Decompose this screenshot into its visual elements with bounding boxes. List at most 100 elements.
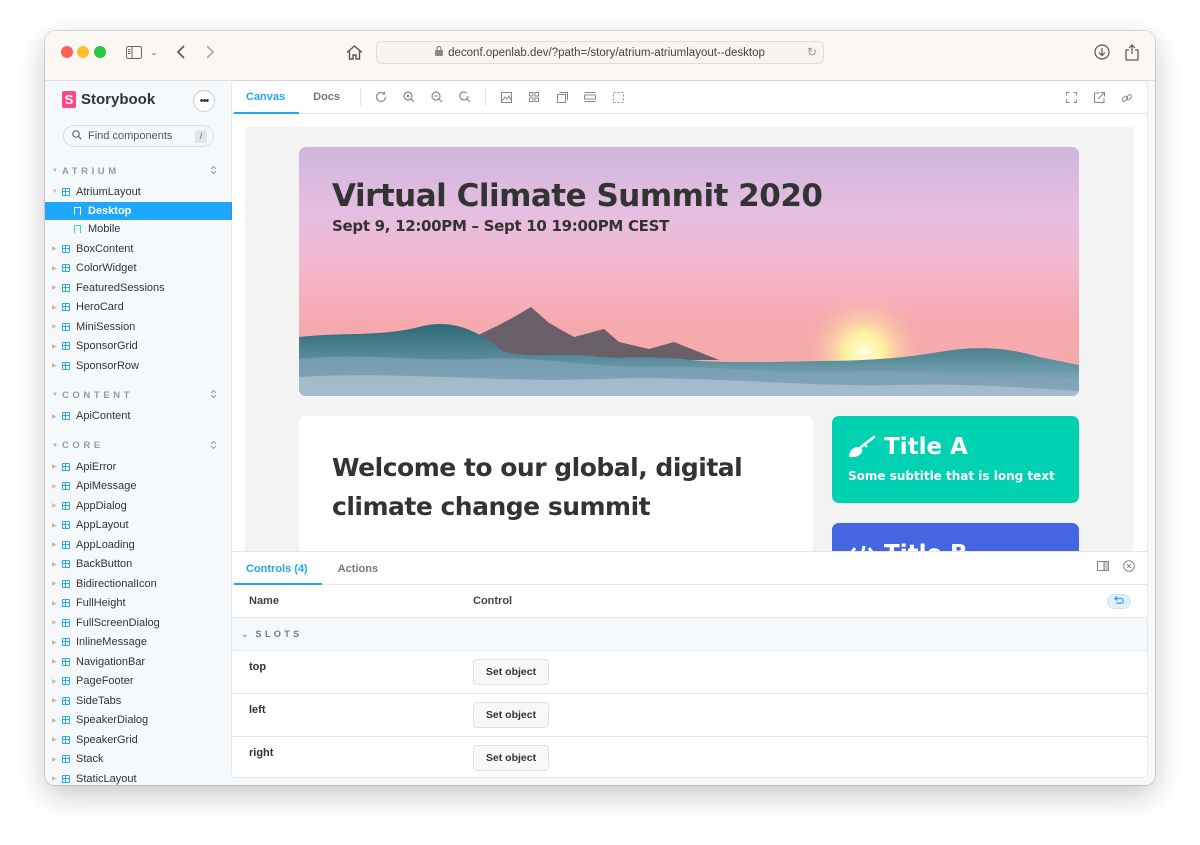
- column-control-header: Control: [473, 595, 513, 607]
- sidebar-item-sponsorgrid[interactable]: ▶ SponsorGrid: [45, 337, 232, 355]
- set-object-button[interactable]: Set object: [473, 702, 549, 728]
- sidebar-group-atrium[interactable]: ▼ ATRIUM: [52, 163, 217, 179]
- caret-right-icon: ▶: [52, 620, 57, 626]
- copy-link-icon[interactable]: [1113, 81, 1141, 114]
- sidebar-item-colorwidget[interactable]: ▶ ColorWidget: [45, 259, 232, 277]
- viewport-icon[interactable]: [548, 81, 576, 114]
- sidebar-item-label: InlineMessage: [76, 636, 147, 648]
- sidebar-item-staticlayout[interactable]: ▶ StaticLayout: [45, 770, 232, 786]
- sidebar-item-stack[interactable]: ▶ Stack: [45, 750, 232, 768]
- sidebar-item-label: ApiMessage: [76, 480, 137, 492]
- sidebar-item-minisession[interactable]: ▶ MiniSession: [45, 318, 232, 336]
- storybook-brand[interactable]: S Storybook: [62, 91, 155, 108]
- zoom-in-icon[interactable]: [395, 81, 423, 114]
- close-panel-icon[interactable]: [1123, 560, 1135, 575]
- component-icon: [62, 716, 70, 724]
- minimize-window-button[interactable]: [77, 46, 89, 58]
- close-window-button[interactable]: [61, 46, 73, 58]
- sidebar-item-featuredsessions[interactable]: ▶ FeaturedSessions: [45, 279, 232, 297]
- component-icon: [62, 774, 70, 783]
- control-row: left Set object: [232, 694, 1147, 737]
- open-new-tab-icon[interactable]: [1085, 81, 1113, 114]
- sidebar-item-inlinemessage[interactable]: ▶ InlineMessage: [45, 633, 232, 651]
- sidebar-item-label: AtriumLayout: [76, 186, 141, 198]
- sidebar-story-desktop[interactable]: Desktop: [45, 201, 232, 220]
- toolbar-divider: [360, 88, 362, 106]
- home-icon[interactable]: [345, 41, 363, 63]
- sidebar-item-appdialog[interactable]: ▶ AppDialog: [45, 497, 232, 515]
- measure-icon[interactable]: [576, 81, 604, 114]
- sidebar-item-herocard[interactable]: ▶ HeroCard: [45, 298, 232, 316]
- sidebar-item-fullscreendialog[interactable]: ▶ FullScreenDialog: [45, 614, 232, 632]
- feature-card-b[interactable]: Title B: [832, 523, 1079, 551]
- download-icon[interactable]: [1093, 41, 1111, 63]
- sidebar-item-pagefooter[interactable]: ▶ PageFooter: [45, 672, 232, 690]
- zoom-out-icon[interactable]: [423, 81, 451, 114]
- column-name-header: Name: [249, 595, 279, 607]
- sidebar-item-apploading[interactable]: ▶ AppLoading: [45, 536, 232, 554]
- expand-collapse-icon[interactable]: [210, 389, 217, 401]
- sidebar-item-applayout[interactable]: ▶ AppLayout: [45, 516, 232, 534]
- sidebar-item-navigationbar[interactable]: ▶ NavigationBar: [45, 653, 232, 671]
- sidebar-item-atriumlayout[interactable]: ▼ AtriumLayout: [45, 183, 232, 201]
- reset-controls-button[interactable]: [1107, 594, 1131, 609]
- panel-orientation-icon[interactable]: [1097, 560, 1109, 575]
- caret-right-icon: ▶: [52, 698, 57, 704]
- share-icon[interactable]: [1123, 41, 1141, 63]
- sidebar-item-boxcontent[interactable]: ▶ BoxContent: [45, 240, 232, 258]
- undo-icon: [1113, 596, 1124, 607]
- set-object-button[interactable]: Set object: [473, 745, 549, 771]
- fullscreen-icon[interactable]: [1057, 81, 1085, 114]
- tab-actions[interactable]: Actions: [322, 552, 392, 585]
- address-bar[interactable]: deconf.openlab.dev/?path=/story/atrium-a…: [376, 41, 824, 64]
- sidebar-group-core[interactable]: ▼ CORE: [52, 438, 217, 454]
- sidebar-item-backbutton[interactable]: ▶ BackButton: [45, 555, 232, 573]
- paintbrush-icon: [847, 435, 877, 464]
- grid-icon[interactable]: [520, 81, 548, 114]
- component-icon: [62, 303, 70, 311]
- sidebar-toggle-icon[interactable]: [125, 41, 143, 63]
- forward-icon[interactable]: [203, 41, 217, 63]
- background-icon[interactable]: [492, 81, 520, 114]
- sidebar-item-bidirectionalicon[interactable]: ▶ BidirectionalIcon: [45, 575, 232, 593]
- sidebar-item-apimessage[interactable]: ▶ ApiMessage: [45, 477, 232, 495]
- expand-collapse-icon[interactable]: [210, 165, 217, 177]
- more-options-button[interactable]: •••: [193, 90, 215, 112]
- remount-icon[interactable]: [367, 81, 395, 114]
- component-icon: [62, 599, 70, 607]
- feature-card-a[interactable]: Title A Some subtitle that is long text: [832, 416, 1079, 503]
- sidebar-item-speakerdialog[interactable]: ▶ SpeakerDialog: [45, 711, 232, 729]
- sidebar-group-content[interactable]: ▼ CONTENT: [52, 387, 217, 403]
- reload-icon[interactable]: ↻: [807, 45, 817, 59]
- tab-docs[interactable]: Docs: [299, 81, 354, 114]
- search-input[interactable]: Find components /: [63, 125, 214, 147]
- component-icon: [62, 521, 70, 529]
- set-object-button[interactable]: Set object: [473, 659, 549, 685]
- slots-section-toggle[interactable]: ⌄ SLOTS: [232, 618, 1147, 651]
- sidebar-story-mobile[interactable]: Mobile: [45, 220, 232, 238]
- sidebar-item-fullheight[interactable]: ▶ FullHeight: [45, 594, 232, 612]
- sidebar-item-apierror[interactable]: ▶ ApiError: [45, 458, 232, 476]
- caret-right-icon: ▶: [52, 413, 57, 420]
- sidebar-item-sponsorrow[interactable]: ▶ SponsorRow: [45, 357, 232, 375]
- tab-canvas[interactable]: Canvas: [232, 81, 300, 114]
- sidebar-item-label: Stack: [76, 753, 104, 765]
- welcome-title: Welcome to our global, digital climate c…: [332, 453, 743, 521]
- group-label: ATRIUM: [61, 165, 120, 177]
- sidebar-item-label: SponsorGrid: [76, 340, 138, 352]
- sidebar-item-apicontent[interactable]: ▶ ApiContent: [45, 407, 232, 425]
- back-icon[interactable]: [174, 41, 188, 63]
- component-icon: [62, 361, 70, 370]
- hero-subtitle: Sept 9, 12:00PM – Sept 10 19:00PM CEST: [332, 217, 670, 235]
- chevron-down-icon[interactable]: ⌄: [148, 41, 160, 63]
- caret-right-icon: ▶: [52, 542, 57, 548]
- sidebar-item-sidetabs[interactable]: ▶ SideTabs: [45, 692, 232, 710]
- tab-controls[interactable]: Controls (4): [232, 552, 322, 585]
- component-icon: [62, 579, 70, 588]
- sidebar-item-label: ApiError: [76, 460, 117, 473]
- zoom-reset-icon[interactable]: [451, 81, 479, 114]
- sidebar-item-speakergrid[interactable]: ▶ SpeakerGrid: [45, 731, 232, 749]
- outline-icon[interactable]: [604, 81, 632, 114]
- zoom-window-button[interactable]: [94, 46, 106, 58]
- expand-collapse-icon[interactable]: [210, 440, 217, 452]
